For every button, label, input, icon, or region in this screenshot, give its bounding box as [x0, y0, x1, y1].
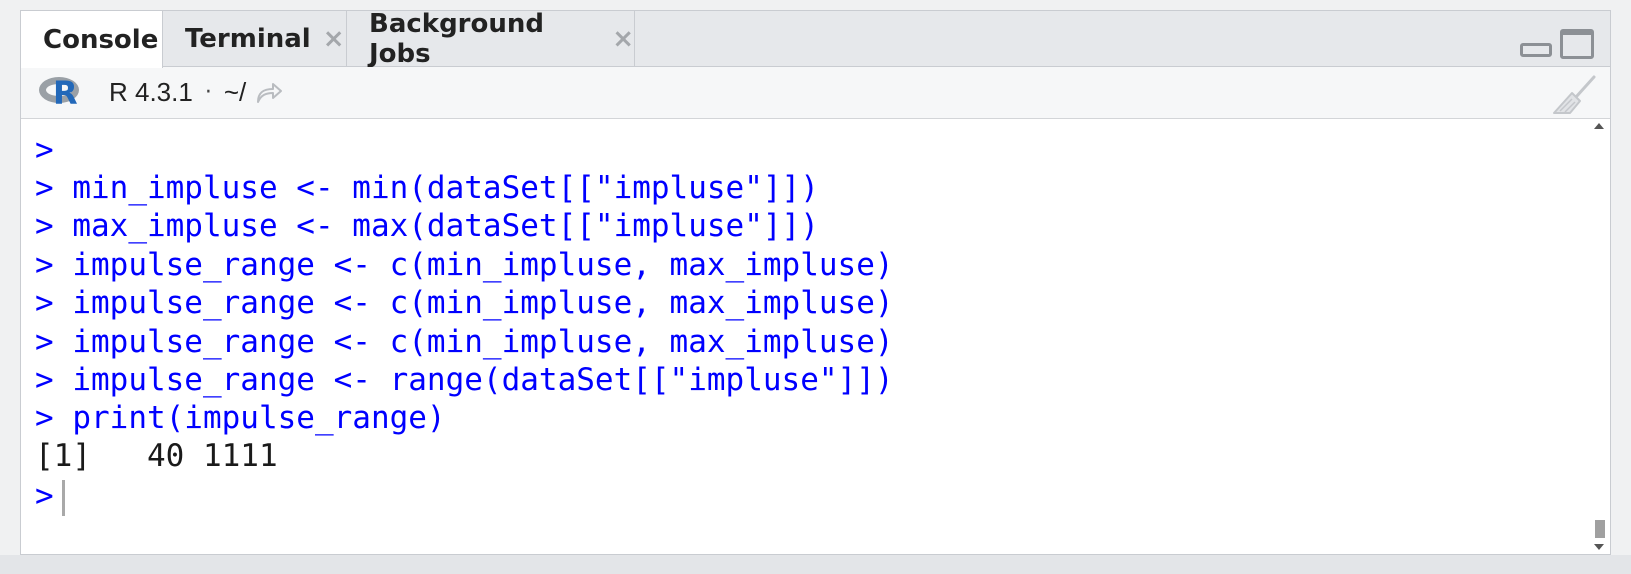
separator-dot: ·: [204, 80, 212, 105]
r-logo-icon: R: [39, 73, 85, 113]
console-line: > min_impluse <- min(dataSet[["impluse"]…: [35, 170, 819, 206]
r-version-label: R 4.3.1: [109, 77, 193, 107]
bottom-divider: [0, 555, 1631, 574]
text-cursor: [61, 479, 65, 516]
tab-background-jobs-label: Background Jobs: [369, 9, 544, 69]
console-line: >: [35, 132, 54, 168]
scroll-up-arrow-icon[interactable]: [1594, 123, 1604, 129]
maximize-icon[interactable]: [1560, 29, 1594, 59]
console-line: > max_impluse <- max(dataSet[["impluse"]…: [35, 208, 819, 244]
console-scrollbar[interactable]: [1588, 119, 1610, 554]
scroll-thumb[interactable]: [1595, 520, 1605, 538]
working-directory: ~/: [223, 77, 247, 107]
window-controls: [1520, 29, 1594, 59]
console-info-bar: R R 4.3.1 · ~/: [21, 67, 1610, 119]
console-prompt: >: [35, 478, 54, 514]
console-line: > impulse_range <- c(min_impluse, max_im…: [35, 285, 894, 321]
console-output-line: [1] 40 1111: [35, 438, 278, 474]
tab-console-label: Console: [43, 24, 159, 55]
tab-terminal-label: Terminal: [185, 24, 311, 54]
close-icon[interactable]: ×: [612, 24, 634, 54]
tab-background-jobs[interactable]: Background Jobs ×: [347, 9, 635, 69]
tab-console[interactable]: Console: [21, 11, 163, 68]
close-icon[interactable]: ×: [323, 24, 345, 54]
goto-directory-icon[interactable]: [254, 80, 284, 106]
tab-terminal[interactable]: Terminal ×: [163, 11, 347, 67]
console-line: > impulse_range <- c(min_impluse, max_im…: [35, 324, 894, 360]
tab-bar: Console Terminal × Background Jobs ×: [21, 9, 1610, 69]
broom-icon[interactable]: [1550, 75, 1596, 115]
console-line: > impulse_range <- range(dataSet[["implu…: [35, 362, 894, 398]
console-output[interactable]: > > min_impluse <- min(dataSet[["impluse…: [21, 119, 1588, 554]
console-line: > impulse_range <- c(min_impluse, max_im…: [35, 247, 894, 283]
minimize-icon[interactable]: [1520, 43, 1552, 57]
scroll-down-arrow-icon[interactable]: [1594, 544, 1604, 550]
console-pane: Console Terminal × Background Jobs × R R…: [20, 9, 1611, 555]
console-line: > print(impulse_range): [35, 400, 446, 436]
console-prompt-line[interactable]: >: [35, 477, 65, 516]
